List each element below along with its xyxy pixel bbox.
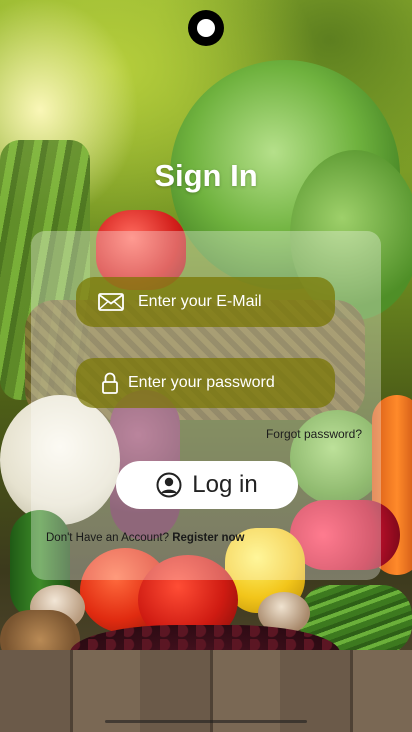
camera-lens-icon xyxy=(197,19,215,37)
email-input[interactable] xyxy=(138,293,345,311)
register-now-link[interactable]: Register now xyxy=(172,532,244,544)
login-button-label: Log in xyxy=(192,471,258,498)
register-prompt: Don't Have an Account? Register now xyxy=(46,532,244,544)
lock-icon xyxy=(102,372,118,394)
password-input[interactable] xyxy=(128,374,335,392)
home-indicator[interactable] xyxy=(105,720,307,723)
envelope-icon xyxy=(98,293,124,311)
page-title: Sign In xyxy=(154,158,258,193)
password-field[interactable] xyxy=(76,358,335,408)
forgot-password-link[interactable]: Forgot password? xyxy=(266,427,362,441)
camera-cutout xyxy=(188,10,224,46)
user-circle-icon xyxy=(156,472,182,498)
email-field[interactable] xyxy=(76,277,345,327)
login-button[interactable]: Log in xyxy=(116,461,298,509)
no-account-text: Don't Have an Account? xyxy=(46,532,170,544)
